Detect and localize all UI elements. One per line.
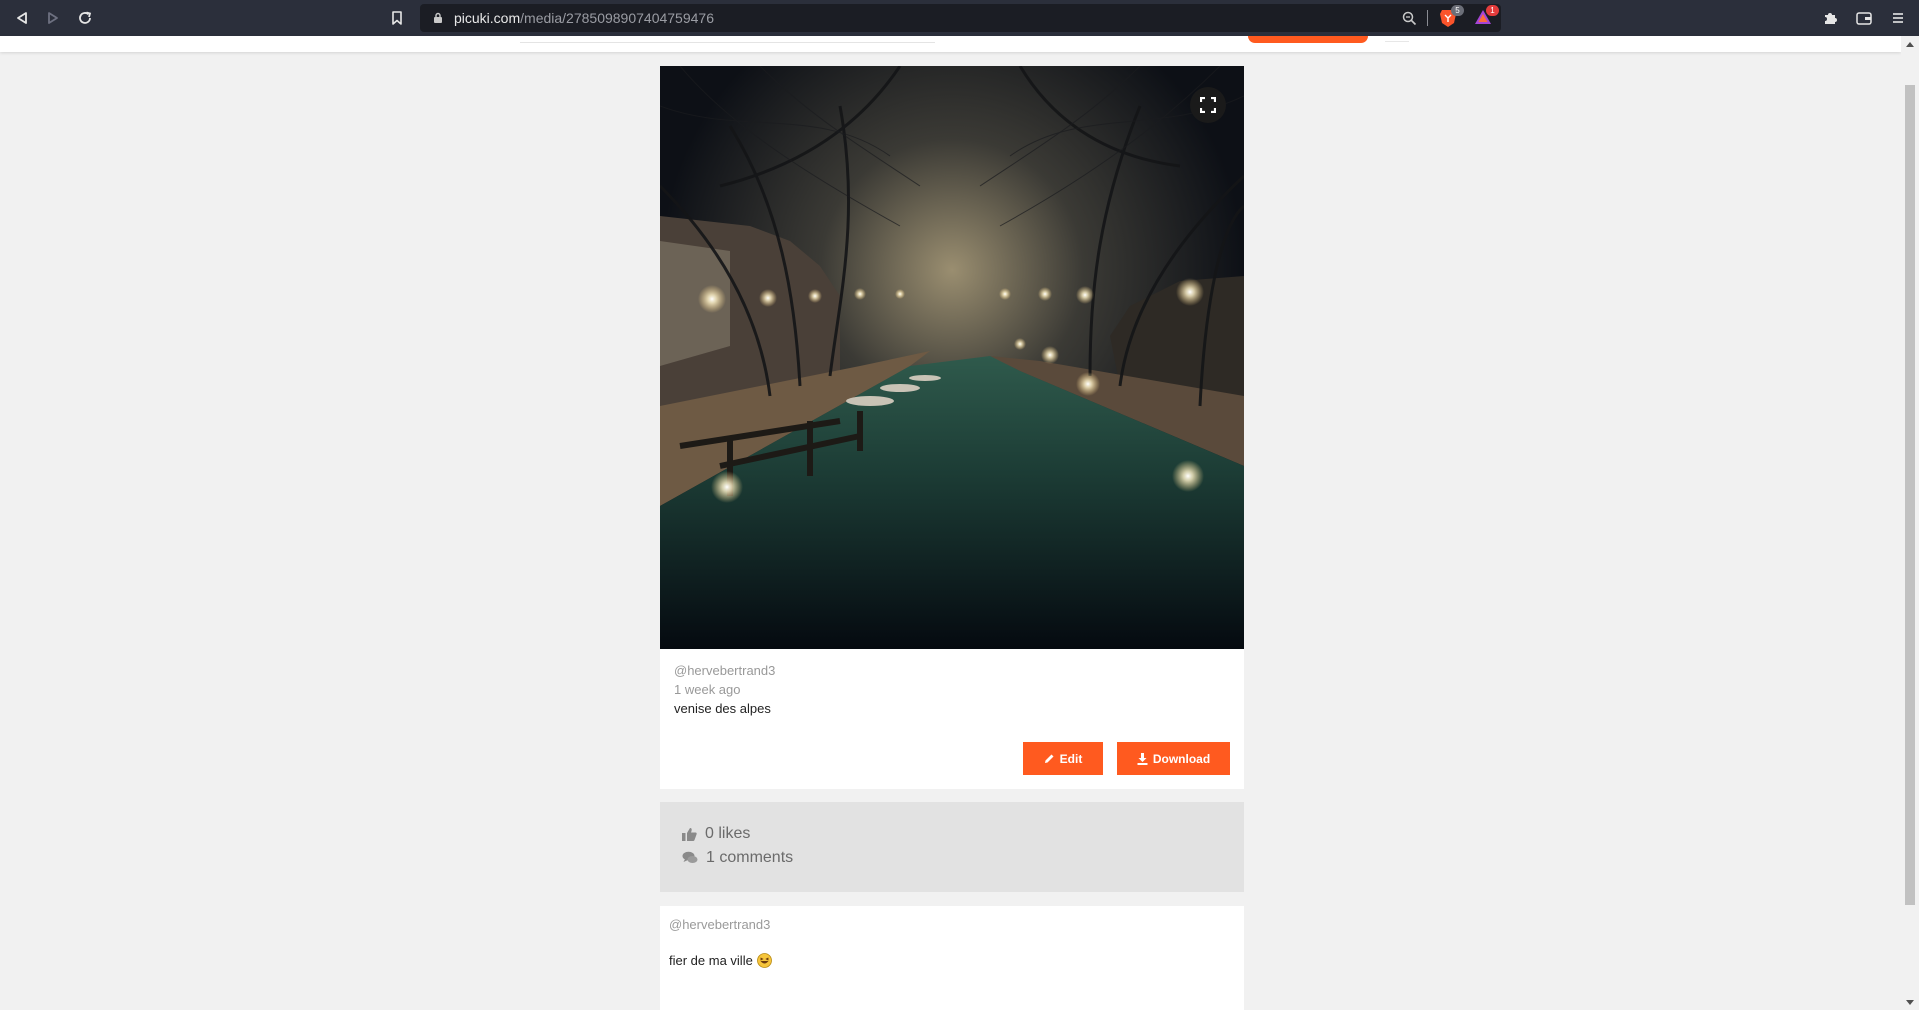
forward-arrow-icon: [48, 12, 58, 24]
forward-button[interactable]: [42, 7, 64, 29]
wallet-button[interactable]: [1853, 7, 1875, 29]
post-username[interactable]: @hervebertrand3: [674, 663, 775, 678]
rewards-count-badge: 1: [1486, 5, 1499, 16]
url-path: /media/2785098907404759476: [520, 10, 714, 26]
browser-toolbar: picuki.com/media/2785098907404759476 5 1: [0, 0, 1919, 36]
comment-item: @hervebertrand3 fier de ma ville: [660, 906, 1244, 1010]
night-canal-photo: [660, 66, 1244, 649]
scrollbar-thumb[interactable]: [1905, 85, 1915, 905]
pencil-icon: [1044, 754, 1054, 763]
laughing-emoji-icon: [756, 953, 772, 968]
address-bar[interactable]: picuki.com/media/2785098907404759476 5 1: [420, 4, 1501, 32]
brave-rewards-button[interactable]: 1: [1474, 5, 1499, 28]
menu-button[interactable]: [1887, 7, 1909, 29]
comment-text: fier de ma ville: [669, 953, 753, 968]
site-search-field[interactable]: [520, 38, 935, 43]
puzzle-icon: [1825, 13, 1837, 24]
brave-shields-button[interactable]: 5: [1439, 5, 1464, 28]
scroll-up-arrow-icon[interactable]: [1906, 42, 1914, 47]
post-caption: venise des alpes: [674, 701, 771, 716]
site-header: [0, 36, 1901, 52]
url-domain: picuki.com: [454, 10, 521, 26]
comments-icon: [682, 851, 698, 863]
back-arrow-icon: [17, 12, 27, 24]
site-header-icon[interactable]: [1385, 36, 1409, 42]
expand-icon: [1200, 97, 1216, 113]
comment-username[interactable]: @hervebertrand3: [669, 917, 770, 932]
post-time-ago: 1 week ago: [674, 682, 741, 697]
page-scrollbar[interactable]: [1901, 36, 1919, 1010]
likes-count: 0 likes: [705, 825, 751, 842]
bookmark-icon: [392, 11, 402, 25]
likes-stat: 0 likes: [682, 825, 750, 843]
url-divider: [1427, 10, 1428, 26]
url-text: picuki.com/media/2785098907404759476: [454, 10, 714, 26]
lock-icon: [434, 12, 442, 23]
scroll-down-arrow-icon[interactable]: [1906, 1000, 1914, 1005]
wallet-icon: [1856, 12, 1872, 25]
download-icon: [1137, 752, 1148, 765]
comment-text-row: fier de ma ville: [669, 953, 772, 968]
edit-button-label: Edit: [1059, 751, 1083, 766]
thumbs-up-icon: [682, 828, 697, 841]
shields-count-badge: 5: [1451, 5, 1464, 16]
post-info-panel: @hervebertrand3 1 week ago venise des al…: [660, 649, 1244, 789]
edit-button[interactable]: Edit: [1023, 742, 1103, 775]
post-photo: [660, 66, 1244, 649]
reload-button[interactable]: [74, 7, 96, 29]
bookmark-button[interactable]: [386, 7, 408, 29]
reload-icon: [79, 11, 92, 24]
extensions-button[interactable]: [1819, 7, 1841, 29]
post-stats-panel: 0 likes 1 comments: [660, 802, 1244, 892]
zoom-icon[interactable]: [1402, 11, 1417, 26]
download-button-label: Download: [1152, 751, 1211, 766]
site-header-button[interactable]: [1248, 36, 1368, 43]
comments-count: 1 comments: [706, 849, 794, 866]
download-button[interactable]: Download: [1117, 742, 1230, 775]
comments-stat: 1 comments: [682, 849, 793, 867]
fullscreen-button[interactable]: [1190, 87, 1226, 123]
hamburger-menu-icon: [1893, 13, 1903, 23]
back-button[interactable]: [11, 7, 33, 29]
